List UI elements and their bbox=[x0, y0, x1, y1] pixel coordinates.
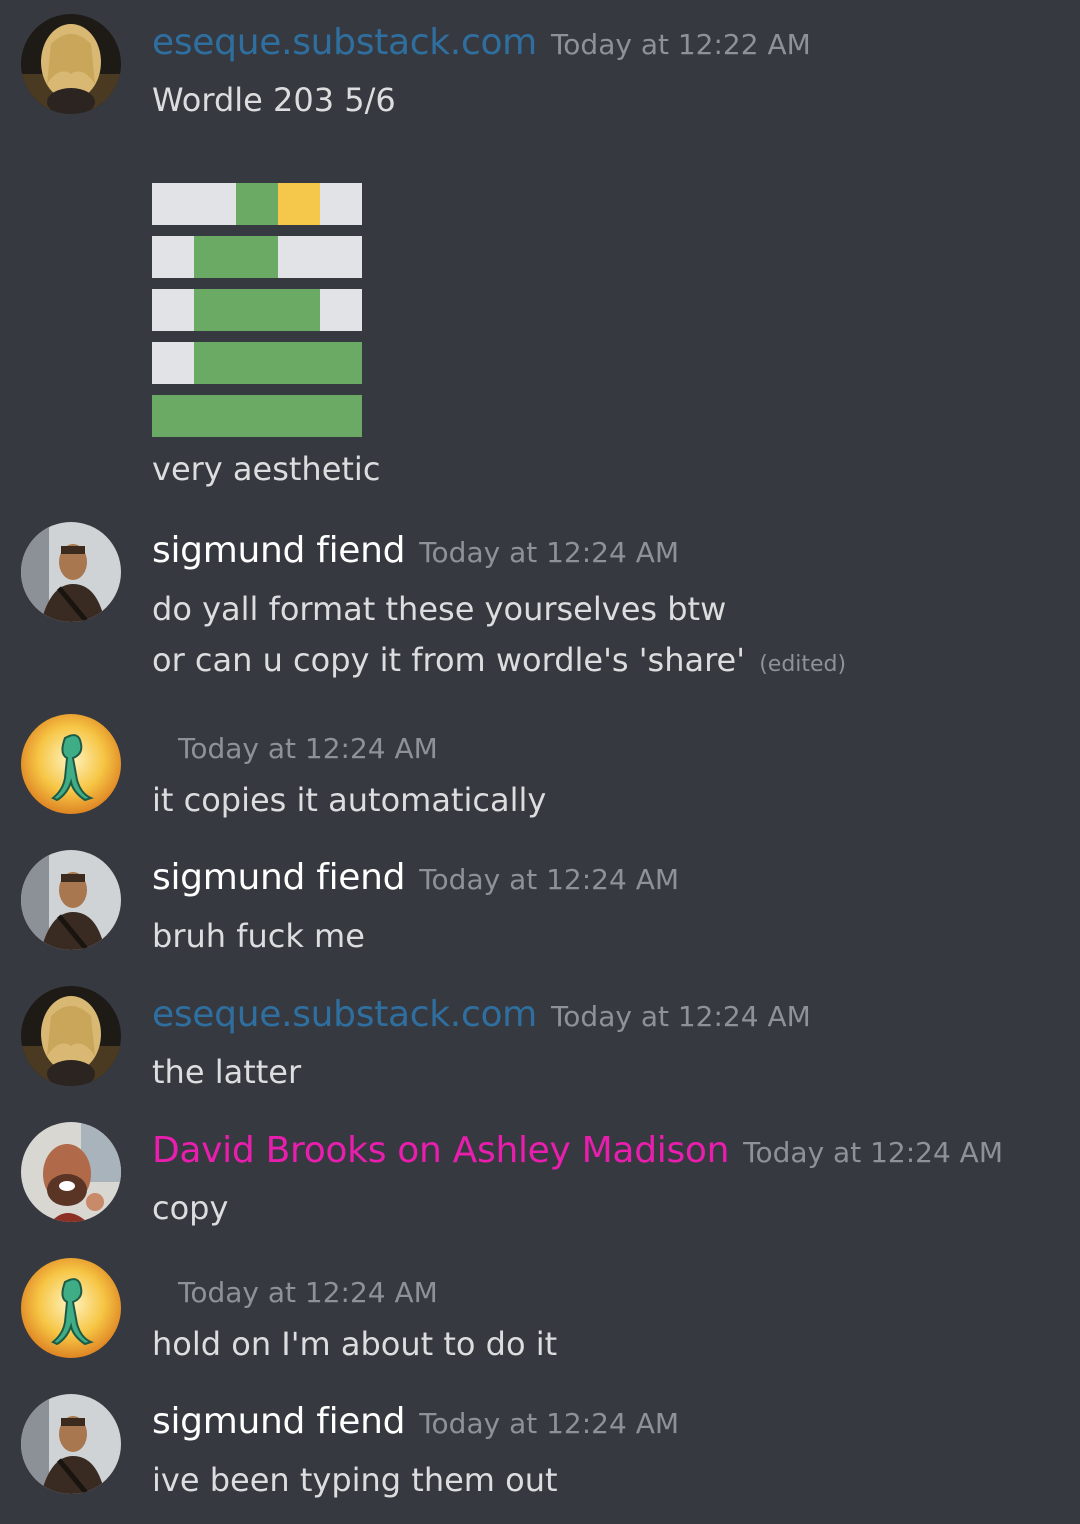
username[interactable]: sigmund fiend bbox=[152, 857, 406, 898]
message-header: sigmund fiend Today at 12:24 AM bbox=[152, 857, 679, 898]
timestamp: Today at 12:24 AM bbox=[178, 1276, 438, 1309]
green-square bbox=[278, 342, 320, 384]
timestamp: Today at 12:24 AM bbox=[419, 536, 680, 569]
timestamp: Today at 12:22 AM bbox=[550, 28, 811, 61]
bold-squidward-avatar[interactable] bbox=[21, 1258, 121, 1358]
green-square bbox=[278, 289, 320, 331]
username[interactable]: sigmund fiend bbox=[152, 1401, 406, 1442]
green-square bbox=[236, 236, 278, 278]
message-text: ive been typing them out bbox=[152, 1461, 558, 1499]
green-square bbox=[236, 395, 278, 437]
message-text: or can u copy it from wordle's 'share' (… bbox=[152, 641, 846, 679]
green-square bbox=[194, 289, 236, 331]
message-text: copy bbox=[152, 1189, 229, 1227]
message-text: bruh fuck me bbox=[152, 917, 365, 955]
green-square bbox=[194, 236, 236, 278]
green-square bbox=[236, 342, 278, 384]
username[interactable]: David Brooks on Ashley Madison bbox=[152, 1130, 729, 1171]
bold-squidward-avatar[interactable] bbox=[21, 714, 121, 814]
message-text: it copies it automatically bbox=[152, 781, 547, 819]
blank-square bbox=[320, 236, 362, 278]
green-square bbox=[194, 342, 236, 384]
message-text: the latter bbox=[152, 1053, 302, 1091]
green-square bbox=[320, 395, 362, 437]
wordle-row bbox=[152, 289, 362, 331]
action-hero-avatar[interactable] bbox=[21, 1394, 121, 1494]
wordle-row bbox=[152, 183, 362, 225]
blank-square bbox=[152, 183, 194, 225]
action-hero-avatar[interactable] bbox=[21, 522, 121, 622]
blonde-portrait-avatar[interactable] bbox=[21, 986, 121, 1086]
message-header: sigmund fiend Today at 12:24 AM bbox=[152, 1401, 679, 1442]
blank-square bbox=[152, 289, 194, 331]
wordle-row bbox=[152, 342, 362, 384]
blank-square bbox=[320, 289, 362, 331]
bearded-man-avatar[interactable] bbox=[21, 1122, 121, 1222]
timestamp: Today at 12:24 AM bbox=[178, 732, 438, 765]
wordle-row bbox=[152, 236, 362, 278]
username[interactable]: sigmund fiend bbox=[152, 530, 406, 571]
green-square bbox=[236, 289, 278, 331]
message-header: David Brooks on Ashley Madison Today at 1… bbox=[152, 1130, 1003, 1171]
yellow-square bbox=[278, 183, 320, 225]
message-text-content: or can u copy it from wordle's 'share' bbox=[152, 641, 746, 679]
message-header: eseque.substack.com Today at 12:22 AM bbox=[152, 22, 811, 63]
wordle-grid bbox=[152, 183, 362, 448]
username[interactable]: eseque.substack.com bbox=[152, 22, 537, 63]
blank-square bbox=[194, 183, 236, 225]
message-text: very aesthetic bbox=[152, 450, 381, 488]
green-square bbox=[152, 395, 194, 437]
timestamp: Today at 12:24 AM bbox=[550, 1000, 811, 1033]
blonde-portrait-avatar[interactable] bbox=[21, 14, 121, 114]
green-square bbox=[320, 342, 362, 384]
username[interactable]: eseque.substack.com bbox=[152, 994, 537, 1035]
blank-square bbox=[278, 236, 320, 278]
message-header: Today at 12:24 AM bbox=[152, 1270, 438, 1311]
message-header: eseque.substack.com Today at 12:24 AM bbox=[152, 994, 811, 1035]
action-hero-avatar[interactable] bbox=[21, 850, 121, 950]
wordle-row bbox=[152, 395, 362, 437]
green-square bbox=[194, 395, 236, 437]
message-header: Today at 12:24 AM bbox=[152, 726, 438, 767]
timestamp: Today at 12:24 AM bbox=[419, 863, 680, 896]
green-square bbox=[236, 183, 278, 225]
message-text: Wordle 203 5/6 bbox=[152, 81, 396, 119]
green-square bbox=[278, 395, 320, 437]
blank-square bbox=[152, 236, 194, 278]
timestamp: Today at 12:24 AM bbox=[743, 1136, 1003, 1169]
blank-square bbox=[320, 183, 362, 225]
message-header: sigmund fiend Today at 12:24 AM bbox=[152, 530, 679, 571]
edited-label: (edited) bbox=[759, 652, 847, 677]
timestamp: Today at 12:24 AM bbox=[419, 1407, 680, 1440]
blank-square bbox=[152, 342, 194, 384]
message-text: do yall format these yourselves btw bbox=[152, 590, 727, 628]
message-text: hold on I'm about to do it bbox=[152, 1325, 558, 1363]
